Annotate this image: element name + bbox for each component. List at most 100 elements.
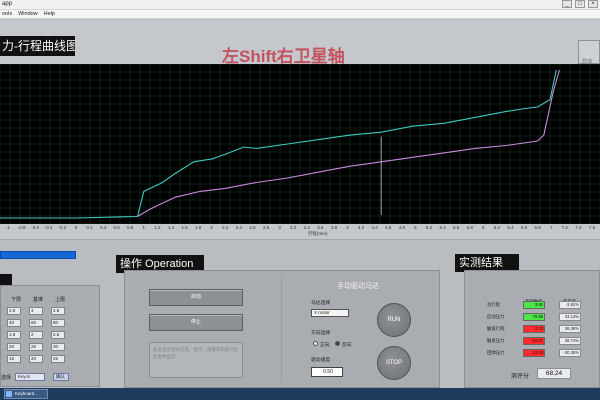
stop-test-button[interactable]: 停止 [149, 314, 243, 331]
motor-select[interactable]: X motor [311, 309, 349, 317]
motor-select-label: 马达选择 [311, 301, 331, 306]
param-input[interactable]: 80 [51, 319, 65, 327]
x-axis-ticks: -1 -0.8 -0.6 -0.4 -0.2 0 0.2 0.4 0.6 0.8 1 1.2 1.4 1.… [0, 224, 600, 232]
param-input[interactable]: 2.5 [51, 331, 65, 339]
direction-reverse-label: 反向 [342, 343, 352, 348]
stop-button[interactable]: STOP [377, 346, 411, 380]
x-tick-label: 5.6 [453, 225, 460, 230]
app-icon [6, 391, 12, 397]
message-box: 此处显示测试信息，提示、报警等内容均在此框中显示 [149, 342, 243, 378]
direction-reverse-radio[interactable] [335, 341, 340, 346]
x-axis-title: 行程(mm) [308, 231, 328, 236]
x-tick-label: -0.6 [31, 225, 40, 230]
param-input[interactable]: 1.8 [7, 331, 21, 339]
param-input[interactable]: 20 [29, 355, 43, 363]
result-ratio: -30.35% [559, 349, 581, 357]
x-tick-label: -0.4 [44, 225, 53, 230]
param-input[interactable]: 4 [29, 307, 43, 315]
result-value: 13.93 [523, 349, 545, 357]
x-tick-label: 5.8 [466, 225, 473, 230]
result-value: 3.90 [523, 301, 545, 309]
param-input[interactable]: 2.8 [7, 307, 21, 315]
operation-panel: 启动 停止 此处显示测试信息，提示、报警等内容均在此框中显示 手动驱动马达 马达… [124, 270, 440, 388]
x-tick-label: 7.4 [575, 225, 582, 230]
param-input[interactable]: 30 [51, 343, 65, 351]
param-input[interactable]: 25 [29, 343, 43, 351]
x-tick-label: 3.2 [290, 225, 297, 230]
select-label: 选择 [1, 375, 12, 381]
confirm-button[interactable]: 确认 [53, 373, 69, 381]
menu-help[interactable]: Help [44, 10, 55, 18]
header-upper: 上限 [55, 297, 66, 303]
x-tick-label: 5 [414, 225, 417, 230]
taskbar: Keyboard... [0, 388, 600, 400]
x-tick-label: 7.2 [561, 225, 568, 230]
param-input[interactable]: 4.8 [51, 307, 65, 315]
speed-input[interactable]: 0.50 [311, 367, 343, 377]
header-base: 基准 [33, 297, 44, 303]
x-tick-label: 4 [346, 225, 349, 230]
taskbar-app-label: Keyboard... [15, 391, 39, 396]
x-tick-label: 1.6 [181, 225, 188, 230]
x-tick-label: 4.8 [398, 225, 406, 230]
param-input[interactable]: 25 [51, 355, 65, 363]
x-tick-label: 2.4 [235, 225, 243, 230]
x-tick-label: 0.6 [113, 225, 120, 230]
run-button[interactable]: RUN [377, 303, 411, 337]
result-label: 启动压力 [487, 314, 505, 319]
result-ratio: -2.62% [559, 301, 581, 309]
param-input[interactable]: 20 [7, 343, 21, 351]
x-tick-label: 1.8 [194, 225, 202, 230]
force-stroke-chart [0, 64, 600, 224]
result-ratio: 36.38% [559, 325, 581, 333]
divider [281, 277, 282, 383]
x-tick-label: 2.6 [249, 225, 256, 230]
start-button[interactable]: 启动 [149, 289, 243, 306]
result-value: 34.67 [523, 337, 545, 345]
x-tick-label: 1.2 [154, 225, 161, 230]
chart-title: 力-行程曲线图 [0, 36, 75, 56]
x-tick-label: 3 [278, 225, 281, 230]
result-label: 触发压力 [487, 338, 505, 343]
score-value: 68.24 [537, 368, 571, 379]
x-tick-label: 6.6 [520, 225, 528, 230]
x-tick-label: 6.8 [534, 225, 541, 230]
window-title: app [2, 1, 13, 7]
close-button[interactable]: × [588, 0, 598, 8]
direction-forward-label: 正向 [320, 343, 330, 348]
x-tick-label: 0 [74, 225, 78, 230]
menu-window[interactable]: Window [18, 10, 38, 18]
results-panel: 实测数值 偏差率 总行程 3.90 -2.62% 启动压力 79.88 33.1… [464, 270, 600, 388]
menu-bar: ools Window Help [0, 10, 600, 19]
chart-grid [0, 64, 600, 224]
window-controls: _ □ × [558, 0, 598, 9]
x-tick-label: 2.2 [222, 225, 229, 230]
x-tick-label: 0.2 [86, 225, 93, 230]
result-label: 触发行程 [487, 326, 505, 331]
result-ratio: 33.13% [559, 313, 581, 321]
result-ratio: 38.74% [559, 337, 581, 345]
minimize-button[interactable]: _ [562, 0, 572, 8]
x-tick-label: 3.8 [330, 225, 338, 230]
result-value: 79.88 [523, 313, 545, 321]
param-input[interactable]: 15 [7, 355, 21, 363]
x-tick-label: 3.6 [317, 225, 324, 230]
x-tick-label: -1 [5, 225, 11, 230]
param-input[interactable]: 40 [7, 319, 21, 327]
key-select[interactable]: Key-5 [15, 373, 45, 381]
menu-tools[interactable]: ools [2, 10, 12, 18]
param-input[interactable]: 60 [29, 319, 43, 327]
result-label: 总行程 [487, 302, 501, 307]
x-tick-label: -0.2 [58, 225, 67, 230]
maximize-button[interactable]: □ [575, 0, 585, 8]
parameter-panel: 下限 基准 上限 2.8 4 4.8 40 60 80 1.8 2 2.5 20… [0, 285, 100, 387]
speed-label: 驱动速度 [311, 358, 331, 363]
x-tick-label: 3.4 [303, 225, 310, 230]
header-lower: 下限 [11, 297, 22, 303]
score-label: 测评分 [511, 374, 530, 380]
direction-forward-radio[interactable] [313, 341, 318, 346]
param-input[interactable]: 2 [29, 331, 43, 339]
x-tick-label: 4.4 [371, 225, 378, 230]
taskbar-app-item[interactable]: Keyboard... [4, 389, 48, 399]
manual-drive-title: 手动驱动马达 [337, 283, 379, 290]
